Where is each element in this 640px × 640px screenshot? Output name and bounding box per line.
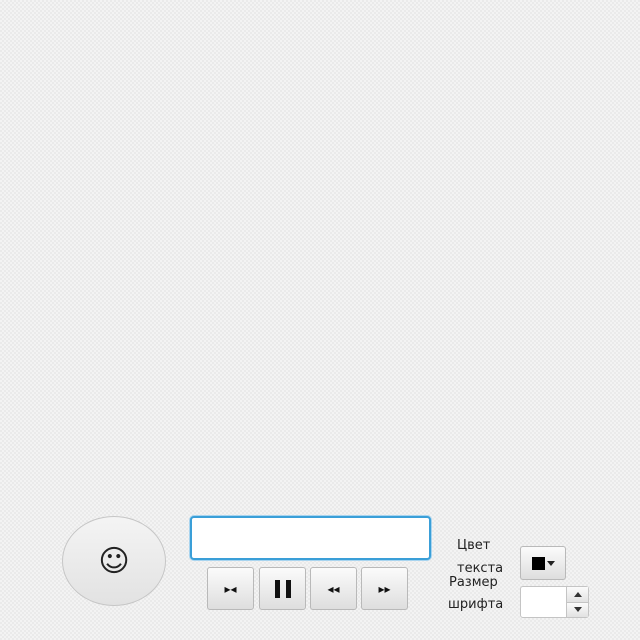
- smiley-icon: ☺: [98, 543, 130, 579]
- message-input[interactable]: [190, 516, 431, 560]
- font-size-label-line1: Размер: [449, 575, 498, 590]
- fast-forward-icon: ▸▸: [378, 581, 391, 596]
- text-color-picker[interactable]: [520, 546, 566, 580]
- increment-button[interactable]: [567, 587, 588, 602]
- rewind-icon: ◂◂: [327, 581, 340, 596]
- fast-forward-button[interactable]: ▸▸: [361, 567, 408, 610]
- font-size-value[interactable]: [521, 587, 566, 617]
- font-size-label-line2: шрифта: [448, 597, 504, 612]
- emoji-button[interactable]: ☺: [62, 516, 166, 606]
- pause-icon: [274, 579, 291, 598]
- drawing-canvas: [0, 0, 640, 505]
- chevron-down-icon: [546, 560, 555, 566]
- chevron-up-icon: [573, 591, 582, 597]
- font-size-spinner[interactable]: [520, 586, 589, 618]
- step-back-button[interactable]: ▸◂: [207, 567, 254, 610]
- pause-button[interactable]: [259, 567, 306, 610]
- text-color-label-line1: Цвет: [457, 538, 491, 553]
- text-color-label-line2: текста: [457, 561, 504, 576]
- decrement-button[interactable]: [567, 601, 588, 617]
- color-swatch-icon: [531, 556, 545, 570]
- chevron-down-icon: [573, 607, 582, 613]
- jump-start-icon: ▸◂: [224, 581, 237, 596]
- rewind-button[interactable]: ◂◂: [310, 567, 357, 610]
